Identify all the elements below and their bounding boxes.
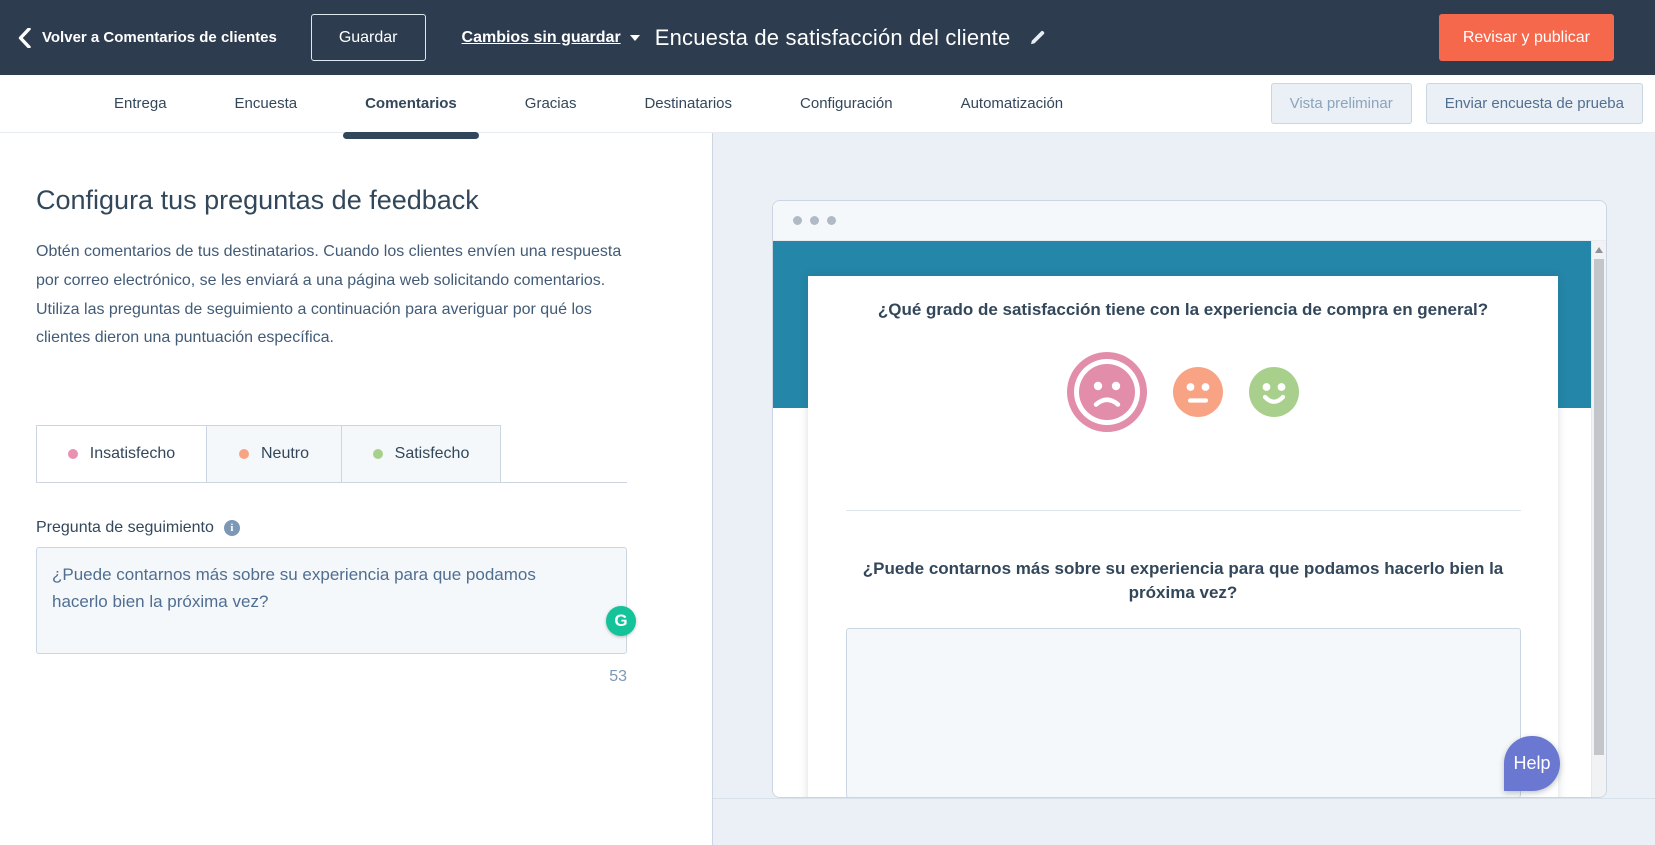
survey-card: ¿Qué grado de satisfacción tiene con la … (808, 276, 1558, 797)
preview-viewport: ¿Qué grado de satisfacción tiene con la … (773, 241, 1606, 797)
chevron-left-icon (18, 28, 31, 48)
satisfied-face-icon[interactable] (1249, 367, 1299, 417)
sentiment-tab-satisfecho[interactable]: Satisfecho (342, 425, 501, 482)
neutral-face-icon[interactable] (1173, 367, 1223, 417)
browser-chrome-bar (773, 201, 1606, 241)
preview-scrollbar[interactable] (1591, 241, 1606, 797)
sentiment-tab-insatisfecho[interactable]: Insatisfecho (36, 425, 207, 482)
satisfaction-question: ¿Qué grado de satisfacción tiene con la … (868, 298, 1498, 322)
tab-comentarios[interactable]: Comentarios (343, 75, 479, 133)
review-publish-button[interactable]: Revisar y publicar (1439, 14, 1614, 61)
sentiment-tabs: Insatisfecho Neutro Satisfecho (36, 425, 627, 483)
sentiment-tab-neutro[interactable]: Neutro (207, 425, 342, 482)
rating-faces-row (808, 352, 1558, 432)
followup-question-preview: ¿Puede contarnos más sobre su experienci… (851, 557, 1516, 605)
page-description: Obtén comentarios de tus destinatarios. … (36, 238, 642, 353)
preview-panel-divider (713, 798, 1655, 799)
followup-question-label: Pregunta de seguimiento (36, 519, 214, 537)
tab-destinatarios[interactable]: Destinatarios (622, 75, 754, 133)
followup-label-row: Pregunta de seguimiento i (36, 519, 676, 537)
grammarly-icon[interactable]: G (606, 606, 636, 636)
preview-button[interactable]: Vista preliminar (1271, 83, 1412, 124)
scrollbar-thumb[interactable] (1594, 259, 1604, 755)
browser-dot-icon (810, 216, 819, 225)
back-link-label: Volver a Comentarios de clientes (42, 29, 277, 46)
back-to-feedback-link[interactable]: Volver a Comentarios de clientes (18, 28, 277, 48)
nav-actions: Vista preliminar Enviar encuesta de prue… (1271, 83, 1655, 124)
satisfied-dot-icon (373, 449, 383, 459)
browser-preview-frame: ¿Qué grado de satisfacción tiene con la … (772, 200, 1607, 798)
sentiment-tab-label: Neutro (261, 445, 309, 463)
followup-textarea-wrap: ¿Puede contarnos más sobre su experienci… (36, 547, 627, 654)
help-button[interactable]: Help (1504, 736, 1560, 791)
send-test-survey-button[interactable]: Enviar encuesta de prueba (1426, 83, 1643, 124)
survey-title: Encuesta de satisfacción del cliente (655, 25, 1011, 51)
question-divider (846, 510, 1521, 511)
main-content: Configura tus preguntas de feedback Obté… (0, 133, 1655, 845)
followup-question-textarea[interactable]: ¿Puede contarnos más sobre su experienci… (36, 547, 627, 654)
top-header: Volver a Comentarios de clientes Guardar… (0, 0, 1655, 75)
page-title: Configura tus preguntas de feedback (36, 185, 676, 216)
survey-preview-panel: ¿Qué grado de satisfacción tiene con la … (713, 133, 1655, 845)
preview-answer-textarea[interactable] (846, 628, 1521, 797)
unsaved-changes-dropdown[interactable]: Cambios sin guardar (462, 29, 640, 47)
save-button[interactable]: Guardar (311, 14, 426, 61)
browser-dot-icon (793, 216, 802, 225)
info-icon[interactable]: i (224, 520, 240, 536)
caret-down-icon (630, 35, 640, 41)
feedback-editor-panel: Configura tus preguntas de feedback Obté… (0, 133, 713, 845)
tab-gracias[interactable]: Gracias (503, 75, 599, 133)
unsaved-changes-label: Cambios sin guardar (462, 29, 621, 47)
sentiment-tab-label: Insatisfecho (90, 445, 175, 463)
browser-dot-icon (827, 216, 836, 225)
survey-nav: Entrega Encuesta Comentarios Gracias Des… (0, 75, 1655, 133)
tab-encuesta[interactable]: Encuesta (213, 75, 320, 133)
survey-title-group: Encuesta de satisfacción del cliente (655, 0, 1048, 75)
unsatisfied-face-icon[interactable] (1067, 352, 1147, 432)
tab-entrega[interactable]: Entrega (92, 75, 189, 133)
character-count: 53 (36, 668, 627, 686)
tab-configuracion[interactable]: Configuración (778, 75, 915, 133)
scroll-up-arrow-icon[interactable] (1595, 247, 1603, 253)
sentiment-tab-label: Satisfecho (395, 445, 470, 463)
tab-automatizacion[interactable]: Automatización (939, 75, 1086, 133)
edit-pencil-icon[interactable] (1028, 28, 1047, 47)
unsatisfied-dot-icon (68, 449, 78, 459)
neutral-dot-icon (239, 449, 249, 459)
